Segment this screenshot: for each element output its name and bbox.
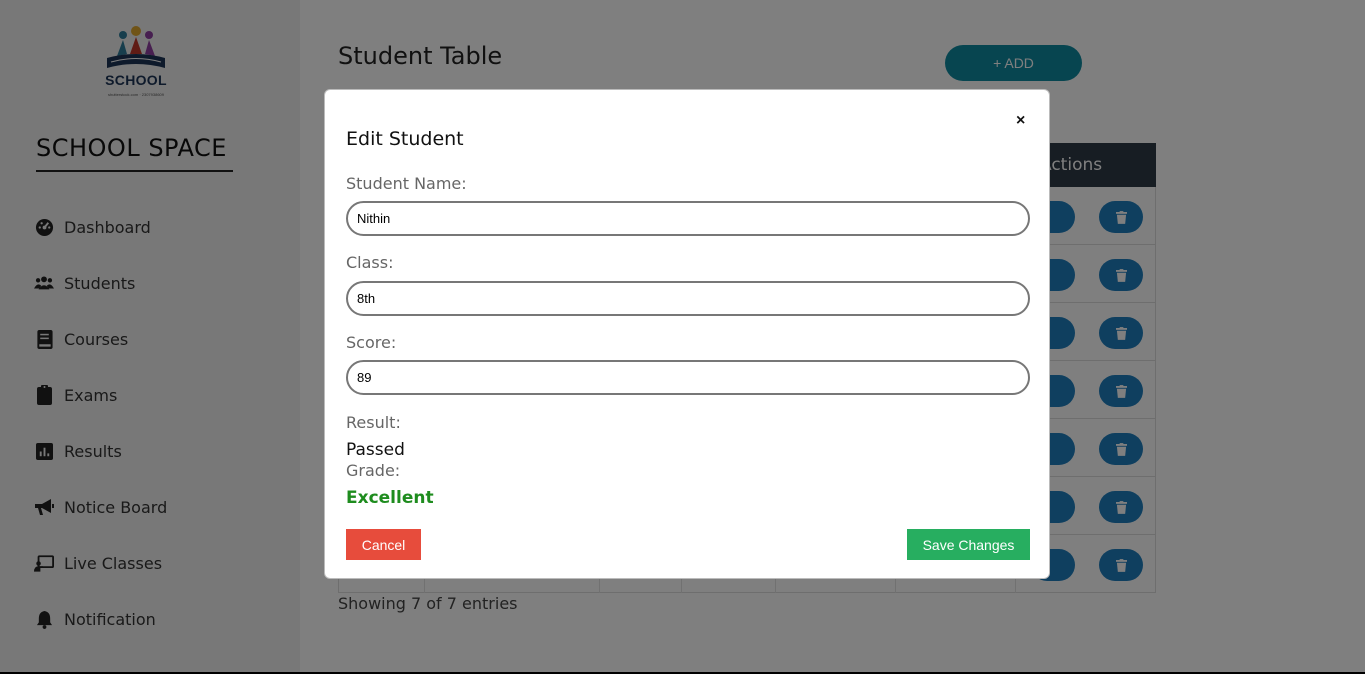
cancel-button[interactable]: Cancel bbox=[346, 529, 421, 560]
score-input[interactable] bbox=[346, 360, 1030, 395]
result-label: Result: bbox=[346, 413, 401, 432]
score-label: Score: bbox=[346, 333, 397, 352]
modal-title: Edit Student bbox=[346, 128, 464, 150]
class-input[interactable] bbox=[346, 281, 1030, 316]
student-name-input[interactable] bbox=[346, 201, 1030, 236]
grade-label: Grade: bbox=[346, 461, 401, 480]
grade-value: Excellent bbox=[346, 488, 434, 508]
result-value: Passed bbox=[346, 440, 405, 460]
close-button[interactable]: × bbox=[1016, 112, 1025, 130]
edit-student-modal: × Edit Student Student Name: Class: Scor… bbox=[324, 89, 1050, 579]
student-name-label: Student Name: bbox=[346, 174, 467, 193]
save-changes-button[interactable]: Save Changes bbox=[907, 529, 1030, 560]
class-label: Class: bbox=[346, 253, 394, 272]
